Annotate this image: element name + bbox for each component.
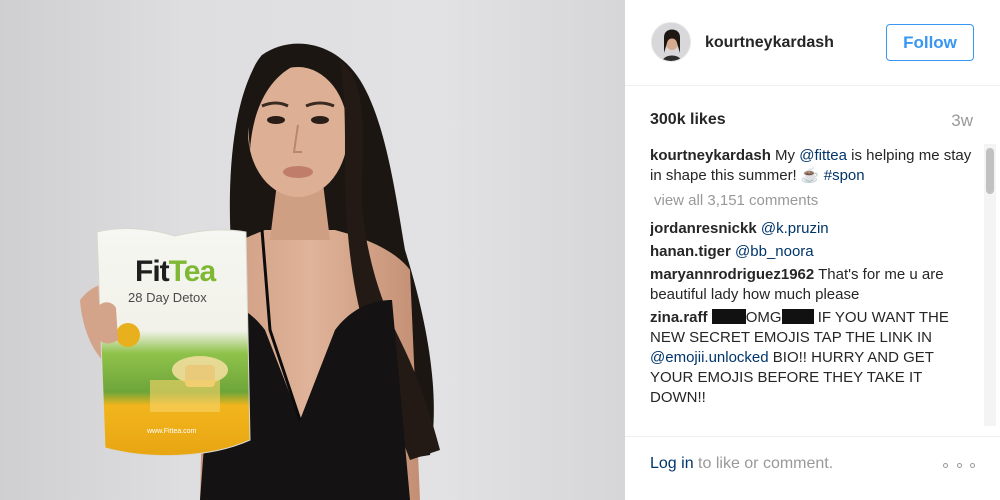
comment-item: zina.raff OMG IF YOU WANT THE NEW SECRET… <box>650 308 980 408</box>
comment-mention[interactable]: @bb_noora <box>735 243 814 260</box>
caption-username[interactable]: kourtneykardash <box>650 147 771 164</box>
caption-text: My <box>770 147 800 164</box>
lips <box>283 166 313 178</box>
pouch-url: www.Fittea.com <box>147 428 197 435</box>
post-caption: kourtneykardash My @fittea is helping me… <box>650 146 980 186</box>
scrollbar-thumb[interactable] <box>986 148 994 194</box>
login-prompt: Log in to like or comment. <box>650 455 833 473</box>
login-prompt-text: to like or comment. <box>693 455 834 472</box>
redacted-emoji <box>711 309 746 324</box>
caption-hashtag[interactable]: #spon <box>824 167 865 184</box>
caption-mention[interactable]: @fittea <box>799 147 847 164</box>
comment-mention[interactable]: @k.pruzin <box>761 220 829 237</box>
eye-left <box>267 116 285 124</box>
comments-list[interactable]: kourtneykardash My @fittea is helping me… <box>650 146 980 429</box>
follow-button[interactable]: Follow <box>886 24 974 61</box>
post-photo[interactable]: FitTea 28 Day Detox www.Fittea.com <box>0 0 625 500</box>
pouch-subtitle: 28 Day Detox <box>128 290 207 305</box>
redacted-emoji <box>795 309 814 324</box>
post-side-panel: kourtneykardash Follow 300k likes 3w kou… <box>625 0 1000 500</box>
post-footer: Log in to like or comment. <box>625 436 1000 500</box>
comment-text: OMG <box>745 309 782 326</box>
photo-illustration <box>80 43 440 500</box>
comment-item: jordanresnickk @k.pruzin <box>650 219 980 239</box>
instagram-post: FitTea 28 Day Detox www.Fittea.com kourt… <box>0 0 1000 500</box>
likes-count[interactable]: 300k likes <box>650 111 726 129</box>
dot-icon <box>943 462 948 468</box>
likes-row: 300k likes 3w <box>650 111 973 133</box>
dot-icon <box>970 462 975 468</box>
comment-mention[interactable]: @emojii.unlocked <box>650 349 769 366</box>
comment-item: maryannrodriguez1962 That's for me u are… <box>650 265 980 305</box>
view-all-comments-link[interactable]: view all 3,151 comments <box>654 190 980 212</box>
eye-right <box>311 116 329 124</box>
avatar[interactable] <box>651 22 691 62</box>
comment-username[interactable]: maryannrodriguez1962 <box>650 266 814 283</box>
comment-item: hanan.tiger @bb_noora <box>650 242 980 262</box>
dot-icon <box>956 462 962 468</box>
post-username[interactable]: kourtneykardash <box>705 34 834 52</box>
post-timestamp[interactable]: 3w <box>951 111 973 131</box>
pouch-brand: FitTea <box>135 255 216 288</box>
comment-username[interactable]: jordanresnickk <box>650 220 757 237</box>
comment-username[interactable]: zina.raff <box>650 309 708 326</box>
comment-username[interactable]: hanan.tiger <box>650 243 731 260</box>
comments-scrollbar[interactable] <box>984 144 996 426</box>
avatar-image <box>652 23 690 61</box>
redacted-emoji <box>781 309 796 324</box>
login-link[interactable]: Log in <box>650 455 694 472</box>
post-header: kourtneykardash Follow <box>625 0 1000 86</box>
more-options-icon[interactable] <box>943 455 975 475</box>
